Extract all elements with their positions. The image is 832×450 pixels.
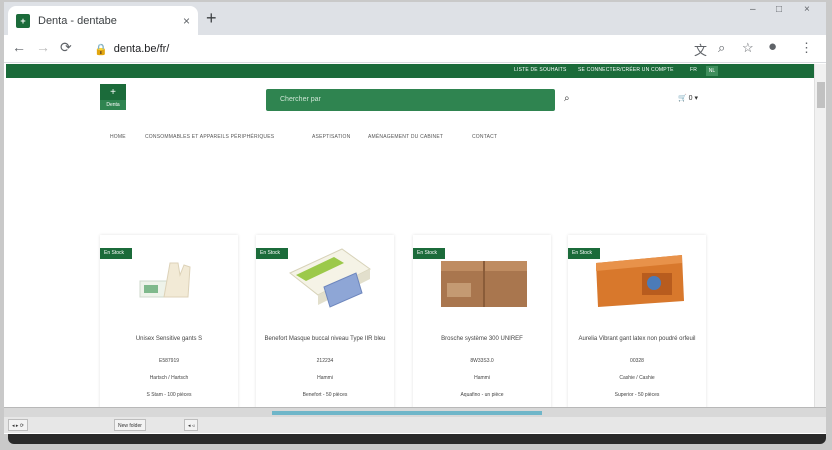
reload-icon[interactable]: ⟳ (60, 39, 72, 56)
forward-icon[interactable]: → (36, 39, 50, 55)
product-ref: E587919 (158, 358, 180, 364)
product-image (596, 255, 684, 307)
search-icon[interactable]: ⌕ (564, 93, 570, 104)
site-topbar: LISTE DE SOUHAITS SE CONNECTER/CRÉER UN … (6, 64, 814, 78)
product-brand: Hammi (474, 375, 490, 381)
scrollbar-thumb[interactable] (817, 82, 825, 108)
close-window-button[interactable]: × (804, 4, 810, 15)
profile-avatar-icon[interactable]: ● (768, 38, 777, 55)
product-brand: Cashie / Cashie (619, 375, 655, 381)
product-name[interactable]: Benefort Masque buccal niveau Type IIR b… (264, 335, 386, 343)
product-card[interactable]: En Stock Aurelia Vibrant gant latex non … (568, 235, 706, 410)
menu-kebab-icon[interactable]: ⋮ (800, 40, 813, 56)
browser-tab[interactable]: + Denta - dentabe × (8, 6, 198, 35)
search-input[interactable]: Chercher par (266, 89, 555, 111)
nav-consommables[interactable]: CONSOMMABLES ET APPAREILS PÉRIPHÉRIQUES (145, 134, 274, 140)
product-brand: Hammi (317, 375, 333, 381)
stock-badge: En Stock (100, 248, 132, 259)
product-image (139, 262, 191, 298)
back-icon[interactable]: ← (12, 39, 26, 55)
favicon-icon: + (16, 13, 30, 28)
minimize-button[interactable]: – (750, 4, 756, 15)
taskbar-folder[interactable]: New folder (114, 419, 146, 431)
wishlist-link[interactable]: LISTE DE SOUHAITS (514, 67, 567, 73)
product-ref: 8W33S3.0 (470, 358, 494, 364)
main-nav: HOME CONSOMMABLES ET APPAREILS PÉRIPHÉRI… (4, 134, 814, 146)
cart-button[interactable]: 🛒 0 ▾ (678, 94, 698, 102)
lang-nl-link[interactable]: NL (706, 66, 718, 76)
product-pack: Benefort - 50 pièces (302, 392, 348, 398)
window-shadow (8, 434, 826, 444)
product-image (441, 261, 527, 307)
new-tab-button[interactable]: + (206, 8, 217, 29)
taskbar: ◂ ▸ ⟳ New folder ◂ ◃ (4, 407, 826, 433)
nav-home[interactable]: HOME (110, 134, 126, 140)
url-text: denta.be/fr/ (113, 43, 170, 55)
bookmark-star-icon[interactable]: ☆ (742, 40, 754, 56)
lock-icon: 🔒 (94, 43, 108, 56)
translate-icon[interactable]: 文 (694, 40, 707, 59)
product-ref: 00328 (630, 358, 644, 364)
product-name[interactable]: Aurelia Vibrant gant latex non poudré or… (576, 335, 698, 343)
taskbar-strip (4, 408, 826, 417)
product-card[interactable]: En Stock Brosche système 300 UNIREF 8W33… (413, 235, 551, 410)
product-card[interactable]: En Stock Benefort Masque buccal niveau T… (256, 235, 394, 410)
progress-bar (272, 411, 542, 415)
product-pack: Superior - 50 pièces (614, 392, 660, 398)
taskbar-arrows[interactable]: ◂ ◃ (184, 419, 199, 431)
login-link[interactable]: SE CONNECTER/CRÉER UN COMPTE (578, 67, 674, 73)
vertical-scrollbar[interactable] (814, 64, 826, 409)
browser-window: + Denta - dentabe × + – □ × ← → ⟳ 🔒 dent… (4, 2, 826, 434)
zoom-icon[interactable]: ⌕ (718, 40, 725, 56)
site-logo-text: Denta (100, 100, 126, 110)
product-brand: Hartsch / Hartsch (149, 375, 189, 381)
maximize-button[interactable]: □ (776, 4, 782, 15)
product-name[interactable]: Unisex Sensitive gants S (108, 335, 230, 343)
cart-count: 0 ▾ (688, 95, 699, 102)
product-name[interactable]: Brosche système 300 UNIREF (421, 335, 543, 343)
taskbar-nav[interactable]: ◂ ▸ ⟳ (8, 419, 28, 431)
close-tab-icon[interactable]: × (183, 14, 190, 28)
cart-icon: 🛒 (678, 95, 687, 102)
tab-bar: + Denta - dentabe × + – □ × (4, 2, 826, 35)
product-pack: S Stam - 100 pièces (146, 392, 192, 398)
nav-aseptisation[interactable]: ASEPTISATION (312, 134, 350, 140)
product-card[interactable]: En Stock Unisex Sensitive gants S E58791… (100, 235, 238, 410)
product-pack: Aquafino - un pièce (460, 392, 504, 398)
product-image (289, 248, 371, 308)
nav-contact[interactable]: CONTACT (472, 134, 497, 140)
lang-fr-link[interactable]: FR (690, 67, 697, 73)
browser-toolbar: ← → ⟳ 🔒 denta.be/fr/ 文 ⌕ ☆ ● ⋮ (4, 35, 826, 63)
address-bar[interactable]: 🔒 denta.be/fr/ (90, 38, 680, 60)
product-ref: 212234 (316, 358, 334, 364)
tab-title: Denta - dentabe (38, 14, 117, 27)
nav-amenagement[interactable]: AMÉNAGEMENT DU CABINET (368, 134, 443, 140)
